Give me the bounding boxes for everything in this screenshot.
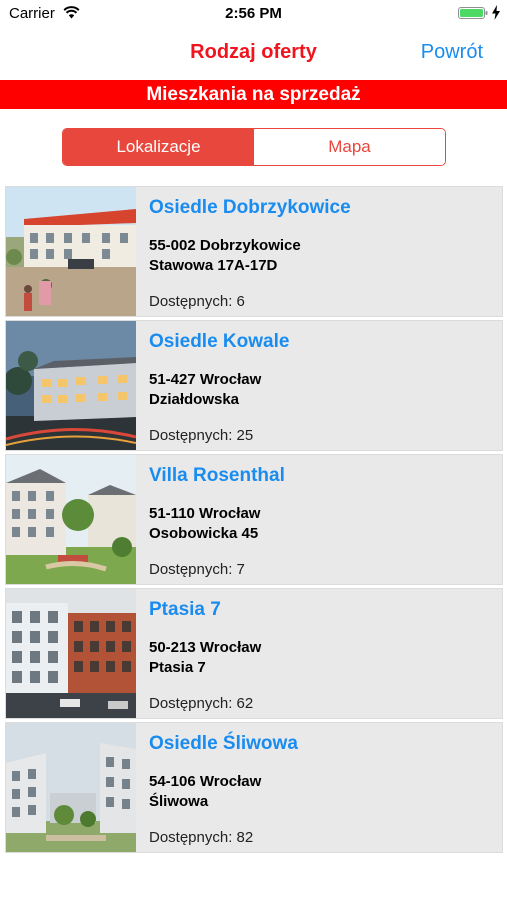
status-time: 2:56 PM: [225, 5, 282, 22]
listing-address-line1: 55-002 Dobrzykowice: [149, 237, 301, 254]
listing-name: Osiedle Dobrzykowice: [149, 197, 351, 218]
listing-availability: Dostępnych: 6: [149, 293, 245, 310]
status-bar: Carrier 2:56 PM: [0, 0, 507, 28]
listing-row[interactable]: Osiedle Śliwowa 54-106 Wrocław Śliwowa D…: [5, 722, 503, 853]
listing-address-line2: Osobowicka 45: [149, 525, 259, 542]
listing-row[interactable]: Villa Rosenthal 51-110 Wrocław Osobowick…: [5, 454, 503, 585]
listing-photo: [6, 321, 136, 450]
segment-locations[interactable]: Lokalizacje: [63, 129, 254, 165]
battery-icon: [458, 7, 488, 19]
listing-photo: [6, 187, 136, 316]
listing-address-line1: 54-106 Wrocław: [149, 773, 262, 790]
listing-photo: [6, 455, 136, 584]
listings-list: Osiedle Dobrzykowice 55-002 Dobrzykowice…: [5, 186, 503, 856]
listing-address-line2: Działdowska: [149, 391, 240, 408]
listing-name: Osiedle Śliwowa: [149, 733, 298, 754]
offer-type-banner: Mieszkania na sprzedaż: [0, 80, 507, 109]
listing-photo: [6, 723, 136, 852]
listing-address-line2: Ptasia 7: [149, 659, 206, 676]
listing-photo: [6, 589, 136, 718]
listing-address-line1: 51-427 Wrocław: [149, 371, 262, 388]
listing-row[interactable]: Ptasia 7 50-213 Wrocław Ptasia 7 Dostępn…: [5, 588, 503, 719]
charging-bolt-icon: [492, 5, 500, 20]
listing-row[interactable]: Osiedle Dobrzykowice 55-002 Dobrzykowice…: [5, 186, 503, 317]
listing-name: Osiedle Kowale: [149, 331, 290, 352]
back-button[interactable]: Powrót: [421, 41, 483, 64]
listing-address-line1: 50-213 Wrocław: [149, 639, 262, 656]
listing-row[interactable]: Osiedle Kowale 51-427 Wrocław Działdowsk…: [5, 320, 503, 451]
listing-availability: Dostępnych: 62: [149, 695, 254, 712]
segment-map[interactable]: Mapa: [254, 129, 445, 165]
view-segmented-control: Lokalizacje Mapa: [62, 128, 446, 166]
listing-name: Villa Rosenthal: [149, 465, 285, 486]
listing-availability: Dostępnych: 82: [149, 829, 254, 846]
listing-availability: Dostępnych: 25: [149, 427, 254, 444]
listing-address-line1: 51-110 Wrocław: [149, 505, 261, 522]
listing-name: Ptasia 7: [149, 599, 221, 620]
listing-availability: Dostępnych: 7: [149, 561, 245, 578]
listing-address-line2: Stawowa 17A-17D: [149, 257, 278, 274]
listing-address-line2: Śliwowa: [149, 793, 209, 810]
